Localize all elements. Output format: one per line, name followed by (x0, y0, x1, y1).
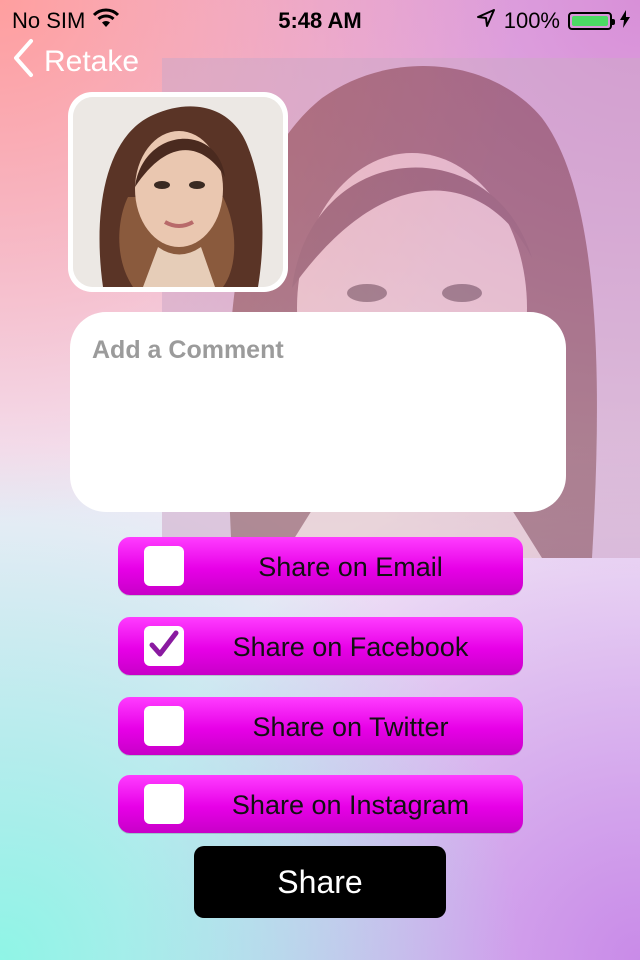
comment-input[interactable] (70, 312, 566, 512)
battery-fill (572, 16, 608, 26)
chevron-left-icon (12, 38, 34, 86)
share-instagram-label: Share on Instagram (231, 790, 470, 820)
share-facebook-option[interactable]: Share on Facebook (118, 617, 523, 675)
status-right: 100% (476, 8, 630, 34)
photo-thumbnail[interactable] (68, 92, 288, 292)
share-twitter-label: Share on Twitter (252, 712, 449, 742)
share-email-label: Share on Email (258, 552, 443, 582)
retake-label: Retake (44, 45, 140, 78)
status-bar: No SIM 5:48 AM 100% (0, 0, 640, 40)
share-button[interactable]: Share (194, 846, 446, 918)
checkmark-icon (148, 629, 180, 664)
photo-thumbnail-image (73, 97, 283, 287)
retake-button[interactable]: Retake (12, 38, 140, 86)
share-email-option[interactable]: Share on Email (118, 537, 523, 595)
charging-bolt-icon (620, 8, 630, 34)
share-instagram-option[interactable]: Share on Instagram (118, 775, 523, 833)
share-facebook-label: Share on Facebook (232, 632, 469, 662)
location-arrow-icon (476, 8, 496, 34)
battery-icon (568, 12, 615, 30)
share-twitter-option[interactable]: Share on Twitter (118, 697, 523, 755)
battery-percent: 100% (503, 8, 560, 33)
